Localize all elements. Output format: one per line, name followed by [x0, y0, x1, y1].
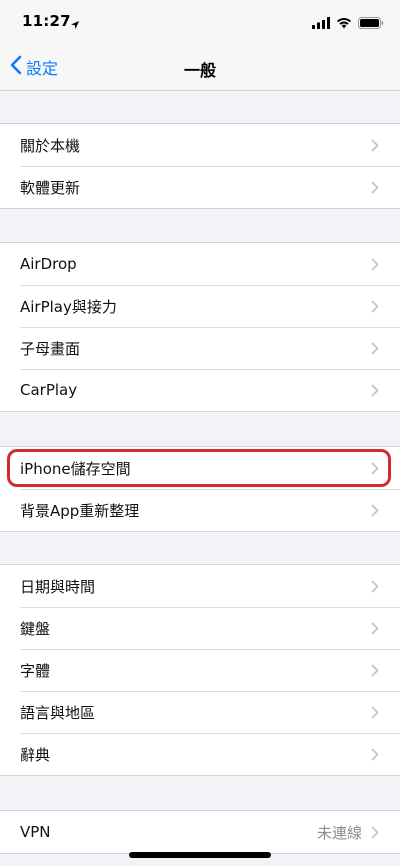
navigation-bar: 設定 一般	[0, 44, 400, 91]
row-label: iPhone儲存空間	[20, 459, 131, 478]
chevron-right-icon	[370, 705, 380, 719]
settings-group-locale: 日期與時間 鍵盤 字體 語言與地區 辭典	[0, 564, 400, 776]
vpn-status: 未連線	[316, 823, 362, 842]
settings-group-connectivity: AirDrop AirPlay與接力 子母畫面 CarPlay	[0, 242, 400, 412]
cellular-signal-icon	[312, 14, 330, 33]
row-label: 軟體更新	[20, 178, 81, 197]
chevron-right-icon	[370, 663, 380, 677]
chevron-right-icon	[370, 747, 380, 761]
row-iphone-storage[interactable]: iPhone儲存空間	[0, 447, 400, 489]
chevron-right-icon	[370, 341, 380, 355]
row-label: 背景App重新整理	[20, 501, 140, 520]
row-picture-in-picture[interactable]: 子母畫面	[0, 327, 400, 369]
row-background-app-refresh[interactable]: 背景App重新整理	[0, 489, 400, 531]
row-label: 辭典	[20, 745, 51, 764]
row-vpn[interactable]: VPN 未連線	[0, 811, 400, 853]
page-title: 一般	[183, 61, 216, 80]
home-indicator[interactable]	[129, 852, 271, 858]
row-keyboard[interactable]: 鍵盤	[0, 607, 400, 649]
row-label: VPN	[20, 823, 51, 841]
location-arrow-icon	[70, 15, 80, 34]
row-label: 日期與時間	[20, 577, 96, 596]
row-date-time[interactable]: 日期與時間	[0, 565, 400, 607]
settings-group-vpn: VPN 未連線	[0, 810, 400, 854]
row-label: 語言與地區	[20, 703, 96, 722]
row-airdrop[interactable]: AirDrop	[0, 243, 400, 285]
wifi-icon	[336, 14, 352, 33]
settings-group-storage: iPhone儲存空間 背景App重新整理	[0, 446, 400, 532]
row-about[interactable]: 關於本機	[0, 124, 400, 166]
row-label: AirDrop	[20, 255, 77, 273]
row-dictionary[interactable]: 辭典	[0, 733, 400, 775]
status-bar: 11:27	[0, 0, 400, 44]
chevron-right-icon	[370, 825, 380, 839]
row-carplay[interactable]: CarPlay	[0, 369, 400, 411]
chevron-right-icon	[370, 138, 380, 152]
row-label: AirPlay與接力	[20, 297, 117, 316]
row-label: 鍵盤	[20, 619, 51, 638]
chevron-right-icon	[370, 299, 380, 313]
chevron-right-icon	[370, 579, 380, 593]
row-label: 字體	[20, 661, 51, 680]
chevron-right-icon	[370, 621, 380, 635]
row-airplay-handoff[interactable]: AirPlay與接力	[0, 285, 400, 327]
settings-group-about: 關於本機 軟體更新	[0, 123, 400, 209]
row-language-region[interactable]: 語言與地區	[0, 691, 400, 733]
row-label: 子母畫面	[20, 339, 81, 358]
row-software-update[interactable]: 軟體更新	[0, 166, 400, 208]
row-label: 關於本機	[20, 136, 81, 155]
status-time: 11:27	[22, 12, 71, 30]
chevron-right-icon	[370, 503, 380, 517]
chevron-right-icon	[370, 461, 380, 475]
row-label: CarPlay	[20, 381, 78, 399]
chevron-right-icon	[370, 257, 380, 271]
chevron-right-icon	[370, 180, 380, 194]
chevron-right-icon	[370, 383, 380, 397]
battery-icon	[358, 14, 384, 33]
row-fonts[interactable]: 字體	[0, 649, 400, 691]
